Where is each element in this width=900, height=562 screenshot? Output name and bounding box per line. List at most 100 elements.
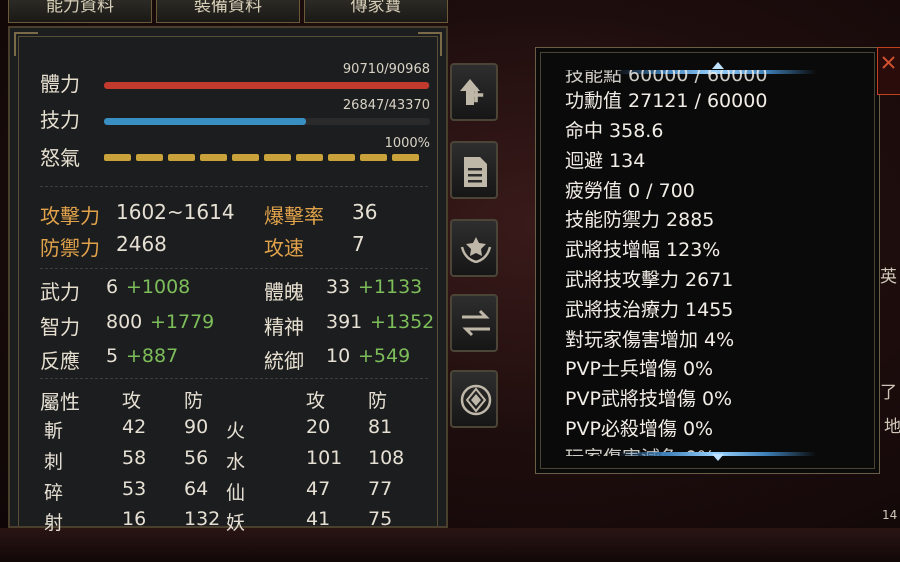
attr-base: 5	[106, 345, 119, 367]
tooltip-line: PVP武將技增傷 0%	[565, 388, 733, 410]
divider	[40, 268, 428, 269]
attr-bonus: +1133	[358, 276, 423, 298]
level-up-button[interactable]	[450, 63, 498, 121]
crest-button[interactable]	[450, 370, 498, 428]
attr-label: 反應	[40, 349, 80, 373]
rage-segment	[296, 154, 323, 161]
emblem-button[interactable]	[450, 219, 498, 277]
level-up-icon	[460, 79, 484, 105]
attr-base: 391	[326, 311, 363, 333]
element-atk: 20	[306, 416, 331, 438]
element-name: 仙	[226, 482, 246, 504]
rage-segment	[232, 154, 259, 161]
close-button[interactable]	[877, 47, 900, 95]
tab-equipment[interactable]: 裝備資料	[156, 0, 300, 23]
stats-tooltip[interactable]: 技能點 60000 / 60000 功勳值 27121 / 60000 命中 3…	[535, 47, 880, 474]
mp-bar-fill	[104, 118, 306, 125]
rage-segment	[200, 154, 227, 161]
tooltip-line: 武將技攻擊力 2671	[565, 269, 734, 291]
crest-icon	[460, 384, 492, 416]
element-def: 90	[184, 416, 209, 438]
attr-bonus: +549	[358, 345, 411, 367]
tooltip-line: 功勳值 27121 / 60000	[565, 90, 768, 112]
hp-label: 體力	[40, 72, 80, 96]
attr-base: 10	[326, 345, 351, 367]
element-def: 108	[368, 447, 405, 469]
element-name: 火	[226, 420, 246, 442]
tooltip-line: 武將技治療力 1455	[565, 299, 734, 321]
attr-base: 800	[106, 311, 143, 333]
element-def: 77	[368, 478, 393, 500]
tooltip-line: 技能防禦力 2885	[565, 209, 715, 231]
attr-bonus: +1779	[150, 311, 215, 333]
mp-value: 26847/43370	[342, 98, 430, 113]
element-name: 斬	[44, 420, 64, 442]
tooltip-line: 迴避 134	[565, 150, 646, 172]
rage-segment	[104, 154, 131, 161]
rage-segment	[360, 154, 387, 161]
corner-ornament	[418, 32, 442, 56]
speed-value: 7	[352, 232, 365, 256]
attr-base: 6	[106, 276, 119, 298]
element-header-title: 屬性	[40, 390, 80, 414]
element-atk: 58	[122, 447, 147, 469]
element-atk: 47	[306, 478, 331, 500]
swap-button[interactable]	[450, 294, 498, 352]
attr-bonus: +1008	[126, 276, 191, 298]
element-name: 妖	[226, 512, 246, 534]
tooltip-line: 武將技增幅 123%	[565, 239, 721, 261]
attr-bonus: +887	[126, 345, 179, 367]
element-name: 射	[44, 512, 64, 534]
element-def: 64	[184, 478, 209, 500]
element-def: 75	[368, 508, 393, 530]
background-text-fragment: 英	[880, 267, 897, 287]
tooltip-line: PVP士兵增傷 0%	[565, 358, 714, 380]
rage-segment	[328, 154, 355, 161]
tab-ability[interactable]: 能力資料	[8, 0, 152, 23]
rage-bar	[104, 154, 419, 161]
element-name: 刺	[44, 451, 64, 473]
defense-value: 2468	[116, 232, 167, 256]
rage-segment	[168, 154, 195, 161]
emblem-icon	[460, 237, 492, 263]
divider	[40, 186, 428, 187]
speed-label: 攻速	[264, 236, 304, 260]
swap-icon	[462, 309, 490, 337]
crit-label: 爆擊率	[264, 204, 324, 228]
rage-segment	[264, 154, 291, 161]
element-header-atk: 攻	[122, 390, 142, 412]
attr-base: 33	[326, 276, 351, 298]
rage-segment	[392, 154, 419, 161]
element-atk: 16	[122, 508, 147, 530]
element-name: 碎	[44, 482, 64, 504]
element-atk: 41	[306, 508, 331, 530]
tooltip-line: 對玩家傷害增加 4%	[565, 329, 735, 351]
hp-bar	[104, 82, 430, 89]
scroll-up-icon[interactable]	[712, 62, 724, 69]
mp-bar	[104, 118, 430, 125]
mp-label: 技力	[40, 108, 80, 132]
scroll-down-icon[interactable]	[712, 454, 724, 461]
element-name: 水	[226, 451, 246, 473]
attack-value: 1602~1614	[116, 200, 235, 224]
rage-value: 1000%	[384, 136, 430, 151]
attr-label: 統御	[264, 349, 304, 373]
corner-ornament	[14, 32, 38, 56]
divider	[40, 378, 428, 379]
document-button[interactable]	[450, 141, 498, 199]
element-def: 81	[368, 416, 393, 438]
tab-bar: 能力資料 裝備資料 傳家寶	[8, 0, 448, 24]
background-bottom	[0, 528, 900, 562]
attack-label: 攻擊力	[40, 204, 100, 228]
stats-panel: 體力 90710/90968 技力 26847/43370 怒氣 1000% 攻…	[8, 26, 448, 534]
attr-label: 智力	[40, 315, 80, 339]
element-atk: 53	[122, 478, 147, 500]
tab-heirloom[interactable]: 傳家寶	[304, 0, 448, 23]
hp-value: 90710/90968	[342, 62, 430, 77]
defense-label: 防禦力	[40, 236, 100, 260]
element-atk: 101	[306, 447, 343, 469]
hp-bar-fill	[104, 82, 430, 89]
document-icon	[464, 157, 487, 187]
element-def: 56	[184, 447, 209, 469]
tooltip-line: 命中 358.6	[565, 120, 664, 142]
